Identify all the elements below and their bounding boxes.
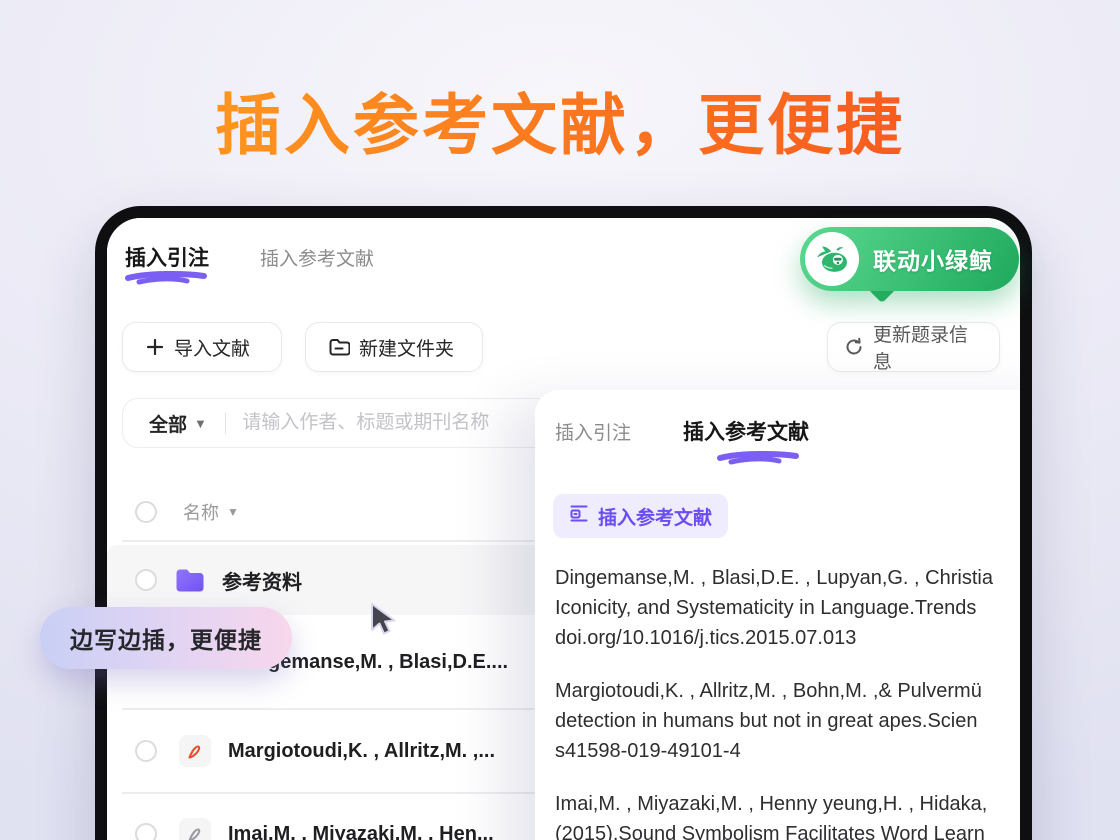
tab-underline-squiggle bbox=[715, 450, 801, 465]
page: 插入参考文献，更便捷 插入引注 插入参考文献 导入文献 bbox=[0, 0, 1120, 840]
row-label: 参考资料 bbox=[222, 566, 302, 595]
chevron-down-icon: ▼ bbox=[194, 416, 207, 431]
row-radio[interactable] bbox=[135, 823, 157, 840]
tab-insert-references[interactable]: 插入参考文献 bbox=[683, 416, 809, 446]
green-whale-badge[interactable]: 联动小绿鲸 bbox=[800, 227, 1019, 291]
row-radio[interactable] bbox=[135, 569, 157, 591]
tab-underline-squiggle bbox=[123, 270, 209, 285]
import-literature-button[interactable]: 导入文献 bbox=[122, 322, 282, 372]
filter-dropdown[interactable]: 全部 ▼ bbox=[149, 410, 207, 437]
row-label: Margiotoudi,K. , Allritz,M. ,... bbox=[228, 740, 495, 763]
reference-entry[interactable]: Margiotoudi,K. , Allritz,M. , Bohn,M. ,&… bbox=[555, 676, 1032, 766]
list-row-pdf[interactable]: Margiotoudi,K. , Allritz,M. ,... bbox=[107, 710, 559, 792]
new-folder-icon bbox=[328, 337, 350, 357]
insert-reference-icon bbox=[569, 503, 589, 529]
select-all-radio[interactable] bbox=[135, 501, 157, 523]
folder-icon bbox=[175, 567, 205, 593]
whale-icon bbox=[805, 232, 859, 286]
row-label: Imai,M. , Miyazaki,M. , Hen... bbox=[228, 823, 494, 840]
insert-references-panel: 插入引注 插入参考文献 插入参考文献 bbox=[535, 390, 1032, 840]
insert-references-chip[interactable]: 插入参考文献 bbox=[553, 494, 728, 538]
tab-insert-citation[interactable]: 插入引注 bbox=[125, 242, 209, 272]
row-label: gemanse,M. , Blasi,D.E.... bbox=[268, 651, 508, 674]
app-window: 插入引注 插入参考文献 导入文献 新建文件夹 bbox=[95, 206, 1032, 840]
divider bbox=[225, 412, 227, 434]
new-folder-button[interactable]: 新建文件夹 bbox=[305, 322, 483, 372]
page-title: 插入参考文献，更便捷 bbox=[0, 72, 1120, 168]
callout-pill: 边写边插，更便捷 bbox=[40, 607, 292, 669]
reference-list: Dingemanse,M. , Blasi,D.E. , Lupyan,G. ,… bbox=[555, 563, 1032, 840]
divider bbox=[122, 540, 557, 542]
list-row-folder[interactable]: 参考资料 bbox=[107, 545, 559, 615]
list-header: 名称 ▼ bbox=[107, 490, 557, 534]
cursor-arrow-icon bbox=[369, 602, 401, 638]
update-bibliography-button[interactable]: 更新题录信息 bbox=[827, 322, 1000, 372]
list-row-pdf[interactable]: Imai,M. , Miyazaki,M. , Hen... bbox=[107, 794, 559, 840]
pdf-icon bbox=[179, 818, 211, 840]
column-name-label: 名称 bbox=[183, 499, 219, 525]
tab-insert-references[interactable]: 插入参考文献 bbox=[260, 244, 374, 271]
refresh-icon bbox=[844, 337, 864, 357]
row-radio[interactable] bbox=[135, 740, 157, 762]
tab-insert-citation[interactable]: 插入引注 bbox=[555, 418, 631, 445]
pdf-icon bbox=[179, 735, 211, 767]
plus-icon bbox=[145, 337, 165, 357]
reference-entry[interactable]: Dingemanse,M. , Blasi,D.E. , Lupyan,G. ,… bbox=[555, 563, 1032, 653]
reference-entry[interactable]: Imai,M. , Miyazaki,M. , Henny yeung,H. ,… bbox=[555, 789, 1032, 840]
sort-caret-icon[interactable]: ▼ bbox=[227, 505, 239, 519]
